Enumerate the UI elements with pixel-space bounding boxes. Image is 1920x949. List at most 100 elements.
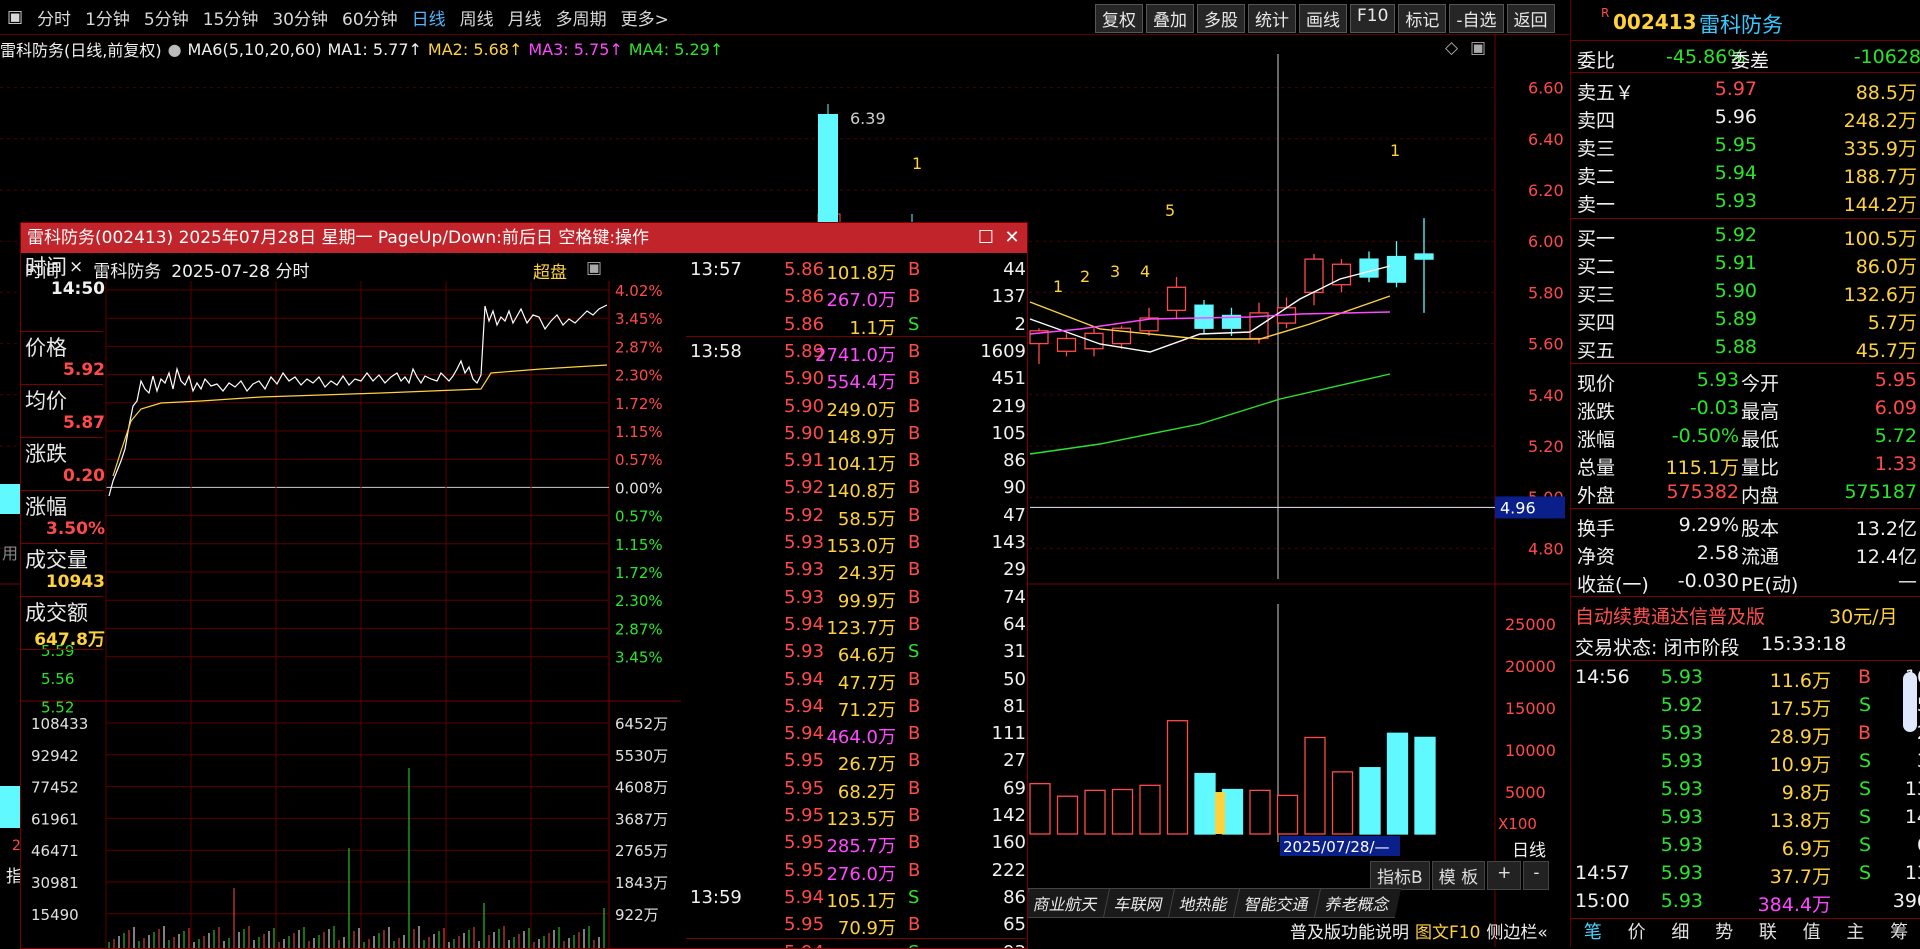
period-tab-7[interactable]: 周线	[453, 5, 501, 30]
popup-titlebar[interactable]: 雷科防务(002413) 2025年07月28日 星期一 PageUp/Down…	[21, 223, 1027, 253]
tick-row-4[interactable]: 5.93 9.8万 S 13	[1571, 776, 1920, 804]
tick-row-3[interactable]: 5.9310.9万S3	[1571, 748, 1920, 776]
super-board-button[interactable]: 超盘	[533, 258, 567, 283]
promo-text[interactable]: 自动续费通达信普及版	[1575, 602, 1765, 629]
stat2-row-2[interactable]: 收益(一) -0.030 PE(动) —	[1571, 568, 1920, 596]
trade-row[interactable]: 5.90 148.9万 B 105	[686, 419, 1026, 449]
template-button[interactable]: 模 板	[1431, 861, 1486, 890]
trade-row[interactable]: 5.95 123.5万 B 142	[686, 801, 1026, 831]
stat2-row-1[interactable]: 净资 2.58 流通 12.4亿	[1571, 540, 1920, 568]
trade-row[interactable]: 5.93 153.0万 B 143	[686, 528, 1026, 558]
tool-button-0[interactable]: 复权	[1095, 4, 1143, 33]
view-tab-6[interactable]: 主	[1834, 919, 1878, 948]
trade-row[interactable]: 5.95 26.7万 B 27	[686, 746, 1026, 776]
tick-row-6[interactable]: 5.936.9万S6	[1571, 832, 1920, 860]
period-tab-1[interactable]: 1分钟	[78, 5, 137, 30]
stat-row-4[interactable]: 外盘 575382 内盘 575187	[1571, 479, 1920, 507]
view-tab-1[interactable]: 价	[1615, 919, 1659, 948]
trade-row[interactable]: 5.86 267.0万 B 137	[686, 282, 1026, 312]
concept-tab-0[interactable]: 商业航天	[1021, 888, 1110, 918]
stat-row-3[interactable]: 总量 115.1万 量比 1.33	[1571, 451, 1920, 479]
trade-row[interactable]: 5.90 249.0万 B 219	[686, 392, 1026, 422]
stat-row-1[interactable]: 涨跌 -0.03 最高 6.09	[1571, 395, 1920, 423]
period-tab-0[interactable]: 分时	[30, 5, 78, 30]
buy-row-0[interactable]: 买一 5.92 100.5万	[1571, 222, 1920, 250]
candle[interactable]	[1194, 300, 1214, 334]
stat2-row-0[interactable]: 换手 9.29% 股本 13.2亿	[1571, 512, 1920, 540]
buy-row-3[interactable]: 买四 5.89 5.7万	[1571, 306, 1920, 334]
concept-tab-1[interactable]: 车联网	[1102, 888, 1175, 918]
trade-row[interactable]: 5.92 58.5万 B 47	[686, 501, 1026, 531]
zoom-in-button[interactable]: +	[1487, 861, 1522, 890]
buy-row-1[interactable]: 买二 5.91 86.0万	[1571, 250, 1920, 278]
intraday-popup[interactable]: 雷科防务(002413) 2025年07月28日 星期一 PageUp/Down…	[20, 222, 1028, 949]
tool-button-4[interactable]: 画线	[1299, 4, 1347, 33]
view-tab-4[interactable]: 联	[1746, 919, 1790, 948]
menu-icon[interactable]: ▣	[0, 7, 30, 27]
tool-button-7[interactable]: -自选	[1449, 4, 1504, 33]
trade-row[interactable]: 5.93 24.3万 B 29	[686, 555, 1026, 585]
period-tab-10[interactable]: 更多>	[614, 5, 676, 30]
tick-row-8[interactable]: 15:00 5.93 384.4万 390	[1571, 888, 1920, 916]
tick-row-2[interactable]: 5.9328.9万B2	[1571, 720, 1920, 748]
trade-row[interactable]: 5.90 554.4万 B 451	[686, 364, 1026, 394]
candle[interactable]	[1386, 241, 1407, 288]
trade-row[interactable]: 5.93 64.6万 S 31	[686, 637, 1026, 667]
tick-row-1[interactable]: 5.9217.5万S15	[1571, 692, 1920, 720]
scrollbar[interactable]	[1903, 672, 1917, 732]
tick-row-0[interactable]: 14:565.9311.6万B16	[1571, 664, 1920, 692]
maximize-icon[interactable]: ☐	[975, 223, 997, 253]
period-tab-6[interactable]: 日线	[405, 5, 453, 30]
concept-tab-2[interactable]: 地热能	[1167, 888, 1240, 918]
trade-row[interactable]: 5.95 285.7万 B 160	[686, 828, 1026, 858]
trade-row[interactable]: 5.92 140.8万 B 90	[686, 473, 1026, 503]
concept-tab-4[interactable]: 养老概念	[1313, 888, 1402, 918]
trade-row[interactable]: 5.95 70.9万 B 65	[686, 910, 1026, 940]
candle[interactable]	[1139, 307, 1159, 336]
tool-button-1[interactable]: 叠加	[1146, 4, 1194, 33]
trade-row[interactable]: 5.91 104.1万 B 86	[686, 446, 1026, 476]
trade-row[interactable]: 13:58 5.89 2741.0万 B 1609	[686, 337, 1026, 367]
trade-row[interactable]: 5.94 92.6万 S 93	[686, 938, 1026, 949]
trade-row[interactable]: 5.94 123.7万 B 64	[686, 610, 1026, 640]
candle[interactable]	[1414, 218, 1434, 313]
trade-ticks[interactable]: 13:57 5.86 101.8万 B 44 5.86 267.0万 B 137 5.86 1.1万…	[686, 253, 1026, 948]
trade-row[interactable]: 5.94 464.0万 B 111	[686, 719, 1026, 749]
popup-panel-icon[interactable]: ▣	[586, 258, 602, 278]
status-link-0[interactable]: 普及版功能说明	[1290, 918, 1409, 943]
trade-row[interactable]: 5.94 47.7万 B 50	[686, 665, 1026, 695]
sell-row-4[interactable]: 卖一 5.93 144.2万	[1571, 188, 1920, 216]
sell-row-3[interactable]: 卖二 5.94 188.7万	[1571, 160, 1920, 188]
candle[interactable]	[1359, 251, 1379, 283]
indicator-b-button[interactable]: 指标B	[1370, 861, 1430, 890]
period-tab-8[interactable]: 月线	[501, 5, 549, 30]
tool-button-8[interactable]: 返回	[1506, 4, 1555, 33]
view-tab-5[interactable]: 值	[1790, 919, 1834, 948]
promo-price[interactable]: 30元/月	[1829, 602, 1898, 629]
close-time-icon[interactable]: ×	[69, 257, 83, 281]
view-tab-3[interactable]: 势	[1702, 919, 1746, 948]
candle[interactable]	[1331, 259, 1352, 293]
candle[interactable]	[1221, 307, 1242, 336]
tool-button-3[interactable]: 统计	[1248, 4, 1296, 33]
status-link-1[interactable]: 图文F10	[1415, 918, 1480, 943]
concept-tab-3[interactable]: 智能交通	[1232, 888, 1321, 918]
buy-row-2[interactable]: 买三 5.90 132.6万	[1571, 278, 1920, 306]
sell-row-0[interactable]: 卖五￥ 5.97 88.5万	[1571, 76, 1920, 104]
view-tab-2[interactable]: 细	[1659, 919, 1703, 948]
period-tab-9[interactable]: 多周期	[549, 5, 614, 30]
trade-row[interactable]: 5.95 276.0万 B 222	[686, 856, 1026, 886]
view-tab-7[interactable]: 筹	[1877, 919, 1920, 948]
period-tab-5[interactable]: 60分钟	[335, 5, 405, 30]
sell-row-1[interactable]: 卖四 5.96 248.2万	[1571, 104, 1920, 132]
tool-button-6[interactable]: 标记	[1398, 4, 1447, 33]
period-tab-2[interactable]: 5分钟	[137, 5, 196, 30]
period-tab-3[interactable]: 15分钟	[196, 5, 266, 30]
view-tab-0[interactable]: 笔	[1571, 919, 1615, 948]
intraday-chart[interactable]: 4.02% 3.45% 2.87% 2.30% 1.72% 1.15% 0.57% 0.00%…	[21, 281, 681, 948]
candle[interactable]	[0, 484, 20, 514]
candle[interactable]	[1304, 254, 1324, 306]
sell-row-2[interactable]: 卖三 5.95 335.9万	[1571, 132, 1920, 160]
tool-button-5[interactable]: F10	[1350, 4, 1396, 33]
weibi-row[interactable]: 委比 -45.86% 委差 -10628	[1571, 44, 1920, 72]
